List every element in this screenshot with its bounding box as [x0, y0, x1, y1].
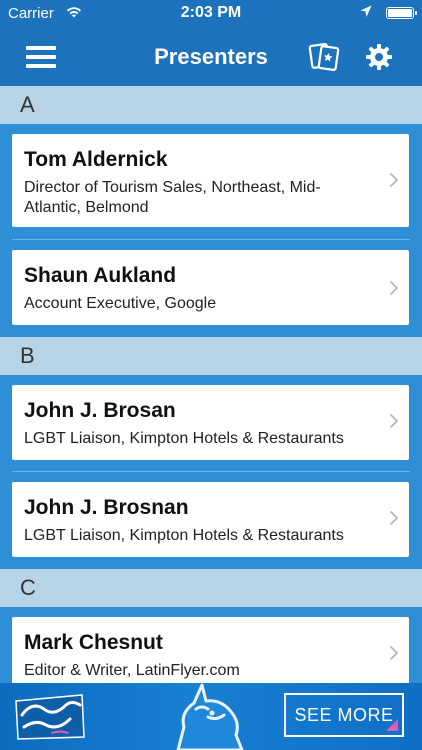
ad-banner[interactable]: SEE MORE	[0, 683, 422, 750]
presenter-list[interactable]: A Tom Aldernick Director of Tourism Sale…	[0, 86, 422, 683]
section-c-rows: Mark Chesnut Editor & Writer, LatinFlyer…	[0, 607, 422, 683]
see-more-button[interactable]: SEE MORE	[284, 693, 404, 737]
presenter-row[interactable]: Mark Chesnut Editor & Writer, LatinFlyer…	[12, 617, 409, 683]
presenter-row[interactable]: John J. Brosnan LGBT Liaison, Kimpton Ho…	[12, 482, 409, 557]
page-title: Presenters	[154, 44, 268, 69]
this-free-life-logo	[12, 693, 88, 741]
battery-icon	[386, 7, 417, 19]
presenter-name: Shaun Aukland	[24, 264, 177, 287]
presenter-row[interactable]: John J. Brosan LGBT Liaison, Kimpton Hot…	[12, 385, 409, 460]
see-more-label: SEE MORE	[294, 705, 394, 725]
presenter-name: John J. Brosan	[24, 399, 176, 422]
chevron-right-icon	[389, 280, 399, 296]
presenter-role: Account Executive, Google	[24, 295, 217, 312]
pink-corner-triangle-icon	[386, 719, 398, 731]
section-header-a: A	[0, 86, 422, 124]
navigation-bar: Presenters	[0, 28, 422, 86]
chevron-right-icon	[389, 510, 399, 526]
presenter-name: Mark Chesnut	[24, 631, 163, 654]
gear-icon[interactable]	[364, 42, 394, 72]
row-divider	[12, 239, 410, 240]
presenter-name: John J. Brosnan	[24, 496, 189, 519]
presenter-role: LGBT Liaison, Kimpton Hotels & Restauran…	[24, 527, 344, 544]
section-header-c: C	[0, 569, 422, 607]
presenter-row[interactable]: Shaun Aukland Account Executive, Google	[12, 250, 409, 325]
presenter-role: Director of Tourism Sales, Northeast, Mi…	[24, 179, 321, 216]
section-header-b: B	[0, 337, 422, 375]
section-a-rows: Tom Aldernick Director of Tourism Sales,…	[0, 124, 422, 337]
status-time: 2:03 PM	[180, 4, 242, 21]
presenter-name: Tom Aldernick	[24, 148, 168, 171]
presenter-role: Editor & Writer, LatinFlyer.com	[24, 662, 240, 679]
tickets-icon[interactable]	[308, 42, 340, 72]
location-arrow-icon	[360, 5, 372, 22]
unicorn-mascot	[150, 683, 260, 750]
presenter-role: LGBT Liaison, Kimpton Hotels & Restauran…	[24, 430, 344, 447]
presenter-row[interactable]: Tom Aldernick Director of Tourism Sales,…	[12, 134, 409, 227]
section-b-rows: John J. Brosan LGBT Liaison, Kimpton Hot…	[0, 375, 422, 569]
row-divider	[12, 471, 410, 472]
chevron-right-icon	[389, 413, 399, 429]
status-bar: Carrier 2:03 PM	[0, 0, 422, 28]
chevron-right-icon	[389, 645, 399, 661]
chevron-right-icon	[389, 172, 399, 188]
